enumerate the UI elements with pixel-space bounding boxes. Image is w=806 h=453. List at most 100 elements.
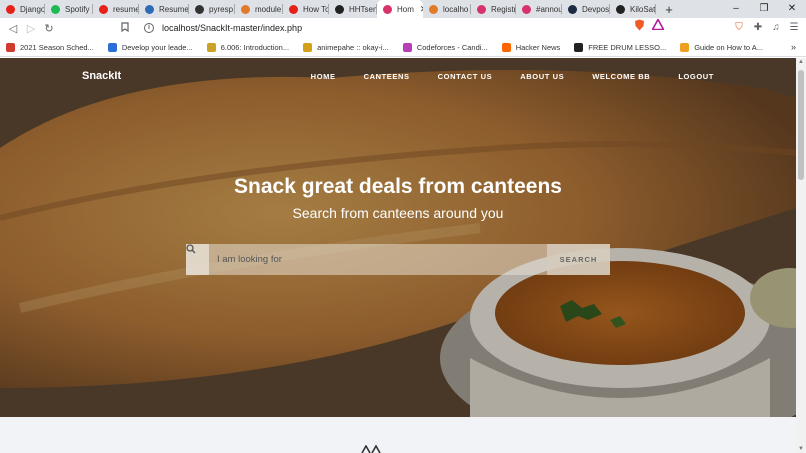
tab-favicon-icon (289, 4, 298, 14)
bookmarks-overflow-button[interactable]: » (791, 38, 796, 57)
minimize-button[interactable]: – (722, 0, 750, 18)
browser-tab[interactable]: Spotify (45, 0, 93, 18)
browser-toolbar: ◁ ▷ ↻ i localhost/SnackIt-master/index.p… (0, 17, 806, 38)
bookmark-item[interactable]: Develop your leade... (107, 42, 193, 52)
bookmark-favicon-icon (303, 42, 313, 52)
tab-favicon-icon (522, 4, 531, 14)
tab-favicon-icon (99, 4, 108, 14)
bookmark-item[interactable]: 2021 Season Sched... (6, 42, 94, 52)
bookmark-label: animepahe :: okay-i... (317, 42, 389, 52)
media-icon[interactable]: ♫ (768, 19, 784, 37)
hero-subtitle: Search from canteens around you (292, 205, 504, 221)
tab-favicon-icon (335, 4, 344, 14)
nav-contact-us[interactable]: CONTACT US (438, 72, 493, 81)
tab-label: pyresp (209, 4, 234, 14)
tab-label: module (255, 4, 282, 14)
bookmark-favicon-icon (574, 42, 584, 52)
nav-about-us[interactable]: ABOUT US (520, 72, 564, 81)
tab-label: Resume (159, 4, 189, 14)
tab-strip: Django Spotify resume Resume pyresp module How… (0, 0, 806, 18)
hero-section: SnackIt HOME CANTEENS CONTACT US ABOUT U… (0, 58, 796, 417)
browser-tab[interactable]: Django (0, 0, 45, 18)
browser-tab[interactable]: #annou (516, 0, 562, 18)
extensions-icon[interactable]: ✚ (750, 19, 766, 37)
tab-label: Hom (397, 4, 414, 14)
tab-favicon-icon (145, 4, 154, 14)
tab-separator (655, 4, 656, 14)
browser-tab[interactable]: HHTsen (329, 0, 377, 18)
bookmark-label: 6.006: Introduction... (220, 42, 290, 52)
reload-icon[interactable]: ↻ (40, 22, 58, 35)
scrollbar-thumb[interactable] (798, 70, 804, 180)
tab-favicon-icon (616, 4, 625, 14)
bookmark-label: Hacker News (515, 42, 561, 52)
tab-favicon-icon (195, 4, 204, 14)
bookmark-item[interactable]: Codeforces - Candi... (402, 42, 488, 52)
tab-favicon-icon (429, 4, 438, 14)
tab-label: resume (113, 4, 139, 14)
brave-shield-icon[interactable] (631, 19, 647, 37)
bookmark-label: Codeforces - Candi... (416, 42, 488, 52)
brave-rewards-icon[interactable] (650, 17, 666, 37)
search-input[interactable] (209, 244, 547, 275)
bookmark-item[interactable]: FREE DRUM LESSO... (574, 42, 667, 52)
page-scrollbar[interactable]: ▲ ▼ (796, 58, 806, 453)
brave-icon[interactable]: ⛉ (731, 19, 747, 37)
bookmark-item[interactable]: Guide on How to A... (680, 42, 764, 52)
tab-favicon-icon (383, 4, 392, 14)
site-menu: HOME CANTEENS CONTACT US ABOUT US WELCOM… (311, 72, 714, 81)
search-form: SEARCH (186, 244, 610, 275)
nav-home[interactable]: HOME (311, 72, 336, 81)
bookmark-label: Guide on How to A... (694, 42, 764, 52)
nav-logout[interactable]: LOGOUT (678, 72, 714, 81)
scroll-up-icon[interactable]: ▲ (796, 59, 806, 65)
browser-tab[interactable]: pyresp (189, 0, 235, 18)
new-tab-button[interactable]: + (662, 2, 676, 17)
maximize-button[interactable]: ❐ (750, 0, 778, 18)
scroll-down-icon[interactable]: ▼ (796, 446, 806, 452)
tab-label: #annou (536, 4, 562, 14)
hero-overlay (0, 58, 796, 417)
site-navbar: SnackIt HOME CANTEENS CONTACT US ABOUT U… (0, 58, 796, 96)
browser-tab[interactable]: Hom✕ (377, 0, 423, 18)
browser-tab[interactable]: How To (283, 0, 329, 18)
bookmark-label: FREE DRUM LESSO... (588, 42, 667, 52)
bookmark-favicon-icon (206, 42, 216, 52)
bookmark-icon[interactable] (116, 21, 134, 35)
nav-welcome-user[interactable]: WELCOME BB (592, 72, 650, 81)
back-icon[interactable]: ◁ (4, 22, 22, 35)
address-bar[interactable]: i localhost/SnackIt-master/index.php (140, 19, 625, 37)
browser-tab[interactable]: localho (423, 0, 471, 18)
browser-tab[interactable]: KiloSat (610, 0, 656, 18)
browser-tab[interactable]: Registr (471, 0, 516, 18)
menu-icon[interactable]: ☰ (786, 19, 802, 37)
tab-favicon-icon (51, 4, 60, 14)
tab-label: How To (303, 4, 329, 14)
browser-tab[interactable]: Resume (139, 0, 189, 18)
bookmarks-bar: 2021 Season Sched... Develop your leade..… (0, 38, 806, 57)
forward-icon[interactable]: ▷ (22, 22, 40, 35)
bookmark-favicon-icon (6, 42, 15, 52)
tab-label: HHTsen (349, 4, 377, 14)
bookmark-favicon-icon (402, 42, 412, 52)
tab-label: Devpost (582, 4, 610, 14)
section-heading-fragment (361, 445, 381, 453)
bookmark-item[interactable]: Hacker News (501, 42, 561, 52)
tab-label: Registr (491, 4, 516, 14)
bookmark-label: 2021 Season Sched... (20, 42, 94, 52)
bookmark-item[interactable]: animepahe :: okay-i... (303, 42, 389, 52)
search-button[interactable]: SEARCH (547, 244, 610, 275)
browser-tab[interactable]: module (235, 0, 283, 18)
nav-canteens[interactable]: CANTEENS (364, 72, 410, 81)
bookmark-label: Develop your leade... (121, 42, 193, 52)
browser-tab[interactable]: resume (93, 0, 139, 18)
site-info-icon[interactable]: i (144, 23, 154, 33)
window-controls: – ❐ ✕ (722, 0, 806, 18)
bookmark-item[interactable]: 6.006: Introduction... (206, 42, 290, 52)
browser-tab[interactable]: Devpost (562, 0, 610, 18)
tab-label: localho (443, 4, 469, 14)
close-window-button[interactable]: ✕ (778, 0, 806, 18)
tab-favicon-icon (241, 4, 250, 14)
tab-favicon-icon (477, 4, 486, 14)
site-logo[interactable]: SnackIt (82, 70, 121, 82)
